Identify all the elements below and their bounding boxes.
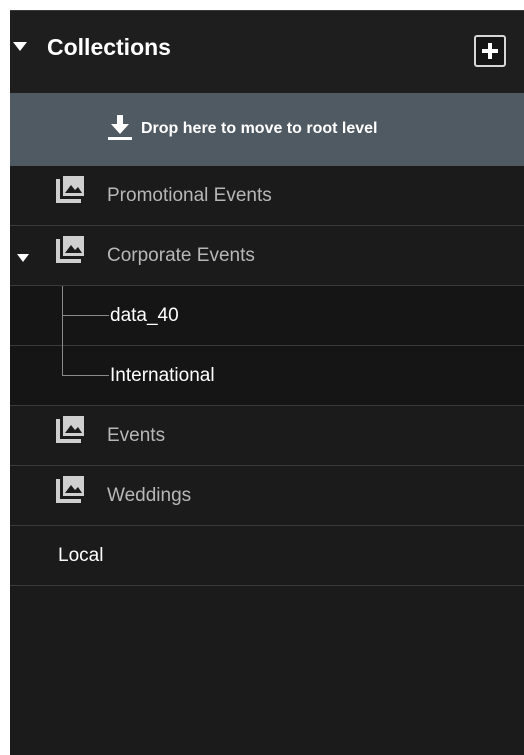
drop-to-root-zone[interactable]: Drop here to move to root level — [10, 93, 524, 166]
download-icon — [108, 115, 132, 140]
collection-item-label: Events — [107, 425, 166, 446]
collections-title: Collections — [47, 34, 171, 60]
collection-item-label: Corporate Events — [107, 245, 255, 266]
collections-header[interactable]: Collections — [10, 11, 524, 93]
collection-item-label: Weddings — [107, 485, 192, 506]
sub-collection-item-data-40[interactable]: data_40 — [10, 286, 524, 346]
collection-item-weddings[interactable]: Weddings — [10, 466, 524, 526]
collection-item-label: Promotional Events — [107, 185, 272, 206]
collection-icon — [56, 476, 84, 503]
collection-icon — [56, 176, 84, 203]
tree-branch — [62, 315, 109, 316]
sub-collection-label: International — [110, 365, 215, 386]
drop-zone-label: Drop here to move to root level — [141, 120, 378, 137]
sub-collection-label: data_40 — [110, 305, 179, 326]
collection-item-promotional-events[interactable]: Promotional Events — [10, 166, 524, 226]
sub-collection-item-international[interactable]: International — [10, 346, 524, 406]
collection-icon — [56, 416, 84, 443]
tree-connector — [62, 346, 63, 376]
collection-item-corporate-events[interactable]: Corporate Events — [10, 226, 524, 286]
collections-panel: Collections Drop here to move to root le… — [10, 10, 524, 755]
collection-item-events[interactable]: Events — [10, 406, 524, 466]
add-collection-button[interactable] — [474, 35, 506, 67]
local-label: Local — [58, 545, 104, 566]
collection-icon — [56, 236, 84, 263]
collapse-caret-icon[interactable] — [13, 42, 27, 51]
tree-branch — [62, 375, 109, 376]
tree-connector — [62, 286, 63, 346]
expand-caret-icon[interactable] — [17, 254, 29, 262]
local-item[interactable]: Local — [10, 526, 524, 586]
